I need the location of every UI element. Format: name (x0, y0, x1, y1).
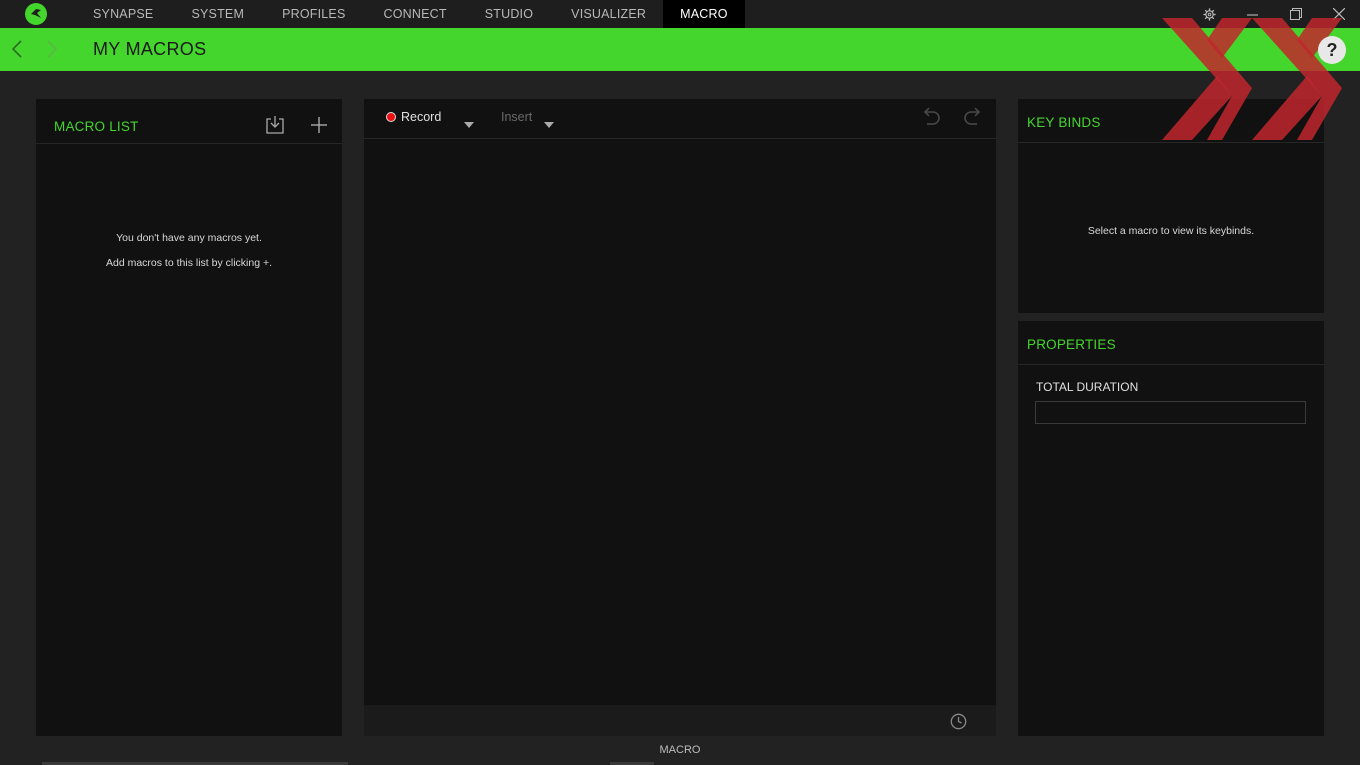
clock-icon (950, 713, 966, 729)
delay-settings-button[interactable] (948, 712, 968, 730)
chevron-left-icon (11, 40, 22, 58)
close-button[interactable] (1317, 0, 1360, 28)
chevron-right-icon (47, 40, 57, 58)
back-button[interactable] (8, 38, 28, 60)
record-label: Record (401, 110, 442, 124)
total-duration-field[interactable] (1035, 401, 1306, 424)
macro-list-empty-line1: You don't have any macros yet. (116, 232, 262, 244)
caret-down-icon (464, 122, 474, 128)
undo-button[interactable] (918, 106, 942, 128)
nav-connect[interactable]: CONNECT (363, 0, 464, 28)
plus-icon (311, 117, 327, 133)
macro-list-panel: MACRO LIST You don't have any macros yet… (36, 99, 342, 736)
record-button[interactable]: Record (386, 110, 441, 124)
restore-icon (1289, 8, 1302, 20)
help-button[interactable]: ? (1318, 36, 1346, 64)
undo-icon (923, 107, 940, 125)
razer-logo-icon (25, 3, 47, 25)
nav-visualizer[interactable]: VISUALIZER (550, 0, 663, 28)
nav-system[interactable]: SYSTEM (170, 0, 261, 28)
redo-button[interactable] (962, 106, 986, 128)
help-icon: ? (1326, 39, 1338, 60)
forward-button[interactable] (42, 38, 62, 60)
record-dot-icon (386, 112, 396, 122)
key-binds-empty-text: Select a macro to view its keybinds. (1087, 225, 1255, 237)
minimize-icon (1247, 13, 1258, 16)
total-duration-label: TOTAL DURATION (1036, 380, 1139, 394)
settings-button[interactable] (1188, 0, 1231, 28)
import-macro-button[interactable] (264, 114, 286, 136)
page-title: MY MACROS (93, 39, 207, 59)
redo-icon (964, 107, 981, 125)
macro-list-divider (36, 143, 342, 144)
macro-list-empty-line2: Add macros to this list by clicking +. (105, 257, 273, 269)
properties-panel: PROPERTIES TOTAL DURATION (1018, 321, 1324, 736)
nav-macro[interactable]: MACRO (663, 0, 745, 28)
window-controls (1188, 0, 1360, 28)
properties-divider (1018, 364, 1324, 365)
editor-footer (364, 705, 996, 736)
close-icon (1332, 8, 1345, 20)
key-binds-title: KEY BINDS (1027, 115, 1101, 130)
nav-profiles[interactable]: PROFILES (261, 0, 362, 28)
razer-logo[interactable] (0, 0, 72, 28)
nav-synapse[interactable]: SYNAPSE (72, 0, 170, 28)
nav-studio[interactable]: STUDIO (464, 0, 550, 28)
properties-title: PROPERTIES (1027, 337, 1116, 352)
record-options-dropdown[interactable] (463, 116, 475, 134)
insert-options-dropdown[interactable] (543, 116, 555, 134)
key-binds-panel: KEY BINDS Select a macro to view its key… (1018, 99, 1324, 313)
insert-button[interactable]: Insert (501, 110, 532, 124)
status-bar-label: MACRO (659, 744, 701, 756)
import-icon (266, 116, 284, 134)
macro-list-title: MACRO LIST (54, 119, 139, 134)
gear-icon (1203, 7, 1216, 21)
page-header: MY MACROS (0, 28, 1360, 71)
editor-toolbar-divider (364, 138, 996, 139)
add-macro-button[interactable] (309, 115, 329, 135)
caret-down-icon (544, 122, 554, 128)
restore-button[interactable] (1274, 0, 1317, 28)
title-bar: SYNAPSE SYSTEM PROFILES CONNECT STUDIO V… (0, 0, 1360, 28)
main-nav: SYNAPSE SYSTEM PROFILES CONNECT STUDIO V… (72, 0, 745, 28)
key-binds-divider (1018, 142, 1324, 143)
minimize-button[interactable] (1231, 0, 1274, 28)
macro-editor-panel (364, 99, 996, 705)
